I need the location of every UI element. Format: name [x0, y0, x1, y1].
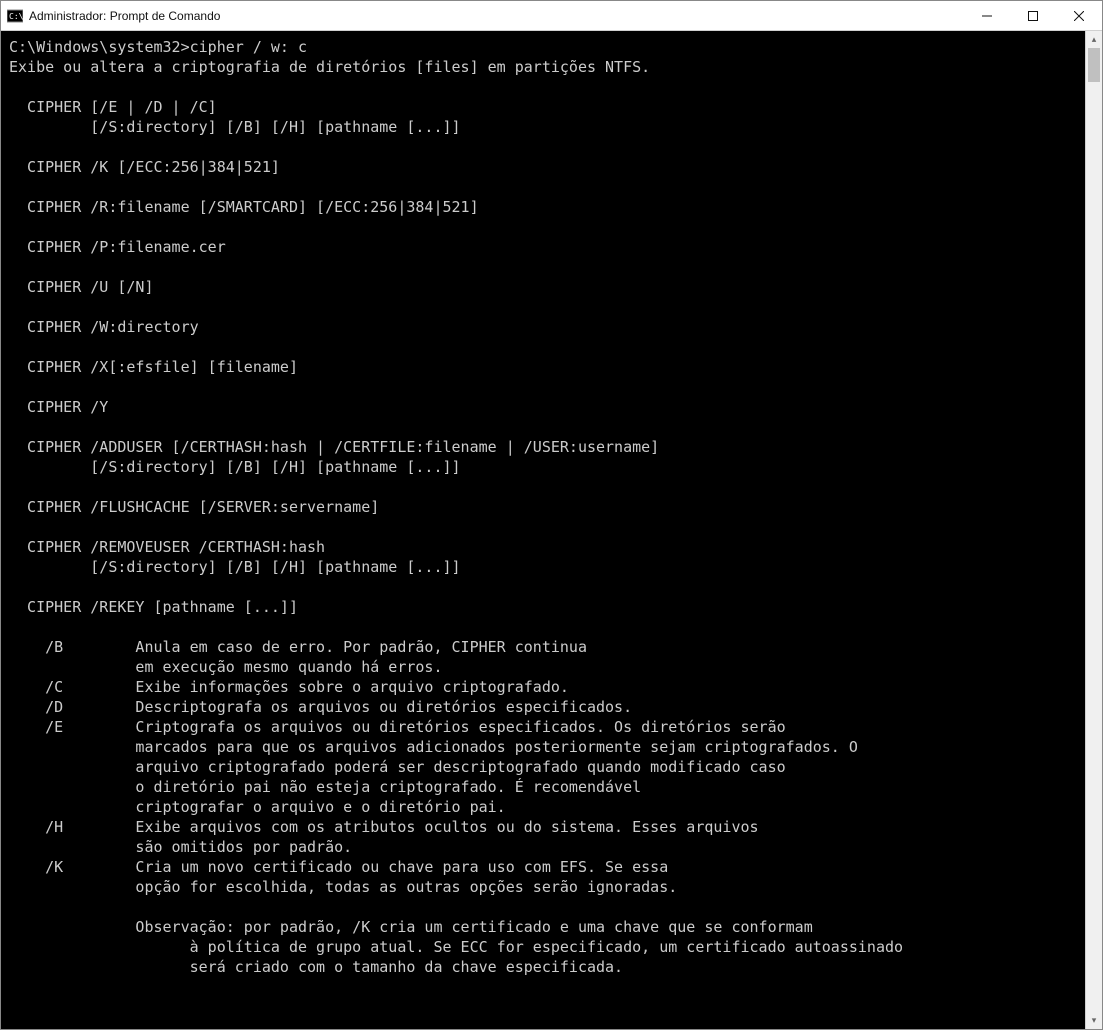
cmd-icon: C:\ — [7, 8, 23, 24]
window-body: C:\Windows\system32>cipher / w: c Exibe … — [1, 31, 1102, 1029]
titlebar[interactable]: C:\ Administrador: Prompt de Comando — [1, 1, 1102, 31]
svg-text:C:\: C:\ — [9, 12, 23, 21]
vertical-scrollbar[interactable]: ▴ ▾ — [1085, 31, 1102, 1029]
console-command: cipher / w: c — [190, 38, 307, 56]
scroll-down-button[interactable]: ▾ — [1086, 1012, 1102, 1029]
minimize-button[interactable] — [964, 1, 1010, 31]
window-title: Administrador: Prompt de Comando — [29, 9, 964, 23]
cmd-window: C:\ Administrador: Prompt de Comando C:\… — [0, 0, 1103, 1030]
console-output: Exibe ou altera a criptografia de diretó… — [9, 58, 903, 976]
console-area[interactable]: C:\Windows\system32>cipher / w: c Exibe … — [1, 31, 1085, 1029]
scroll-thumb[interactable] — [1088, 48, 1100, 82]
maximize-button[interactable] — [1010, 1, 1056, 31]
close-button[interactable] — [1056, 1, 1102, 31]
scroll-up-button[interactable]: ▴ — [1086, 31, 1102, 48]
window-controls — [964, 1, 1102, 31]
console-prompt: C:\Windows\system32> — [9, 38, 190, 56]
